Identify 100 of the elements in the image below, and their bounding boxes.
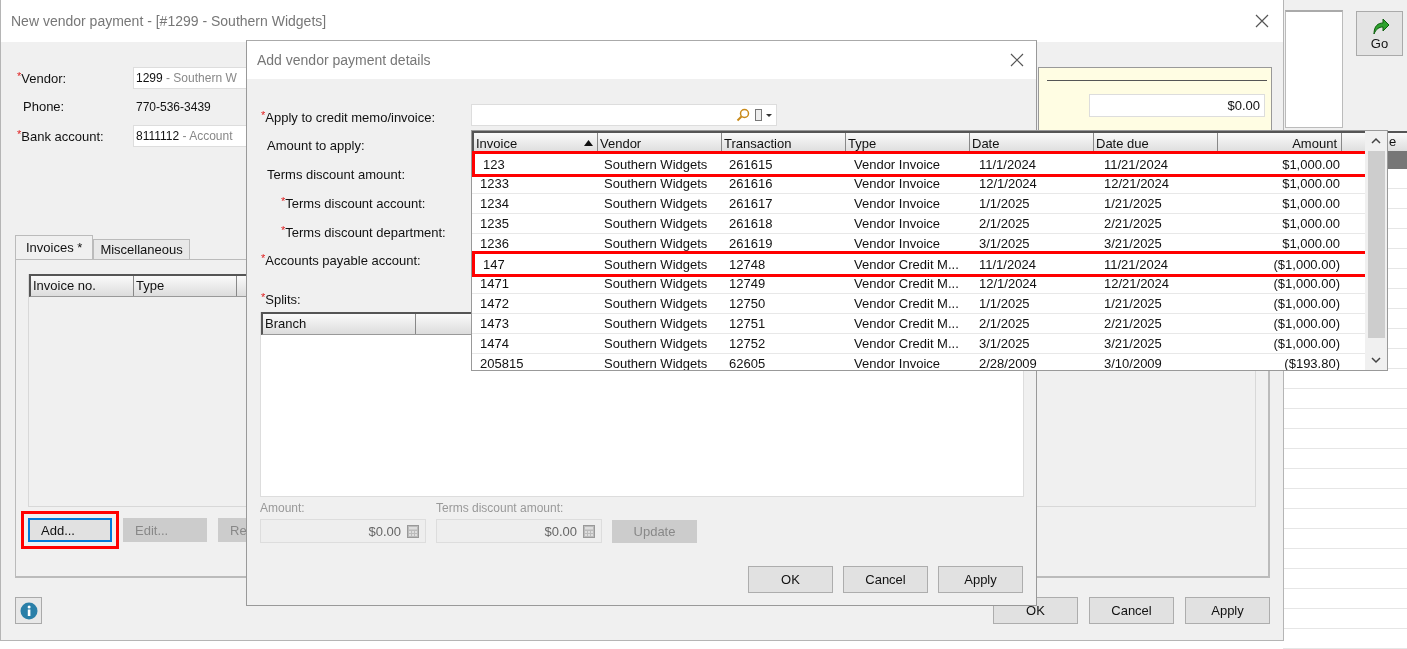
table-cell-text: Southern Widgets <box>603 176 709 191</box>
dialog-button[interactable]: OK <box>748 566 833 593</box>
column-header[interactable]: Type <box>134 276 237 296</box>
info-button[interactable] <box>15 597 42 624</box>
column-header[interactable]: Type <box>846 133 970 153</box>
table-cell-text: 12750 <box>728 296 767 311</box>
tab[interactable]: Invoices * <box>15 235 94 259</box>
scrollbar[interactable] <box>1365 131 1387 370</box>
table-cell-text: 2/1/2025 <box>978 216 1031 231</box>
list-row[interactable]: 1234 Southern Widgets 261617 Vendor Invoice 1/1/2025 1/21/2025 $1,000.00 <box>472 194 1365 214</box>
column-header[interactable]: Amount <box>1218 133 1342 153</box>
table-cell-text: 3/10/2009 <box>1103 356 1163 370</box>
field-label: Amount: <box>260 501 306 515</box>
field-label: Terms discount amount: <box>436 501 565 515</box>
table-cell-text: 3/21/2025 <box>1103 236 1163 251</box>
amount-field[interactable]: $0.00 <box>1089 94 1265 117</box>
table-cell-text: 1474 <box>479 336 510 351</box>
column-header[interactable]: Date due <box>1094 133 1218 153</box>
table-cell-text: $1,000.00 <box>1281 176 1341 191</box>
column-header[interactable]: Transaction <box>722 133 846 153</box>
list-row[interactable]: 1235 Southern Widgets 261618 Vendor Invoice 2/1/2025 2/21/2025 $1,000.00 <box>472 214 1365 234</box>
column-header[interactable]: Date <box>970 133 1094 153</box>
search-icon[interactable] <box>736 108 750 122</box>
table-cell-text: 11/1/2024 <box>978 256 1037 272</box>
table-cell-text: 2/28/2009 <box>978 356 1038 370</box>
close-icon[interactable] <box>1010 53 1024 67</box>
scroll-up-icon[interactable] <box>1371 137 1381 145</box>
list-row[interactable]: 1474 Southern Widgets 12752 Vendor Credit M... 3/1/2025 3/21/2025 ($1,000.00) <box>472 334 1365 354</box>
table-cell-text: 1/1/2025 <box>978 296 1031 311</box>
dropdown-icon[interactable] <box>754 108 774 122</box>
field-label: Amount to apply: <box>266 138 365 154</box>
table-cell-text: 1236 <box>479 236 510 251</box>
dialog-button[interactable]: Cancel <box>1089 597 1174 624</box>
table-cell-text: ($193.80) <box>1283 356 1341 370</box>
table-cell-text: Southern Widgets <box>603 336 709 351</box>
highlighted-row[interactable]: 123 Southern Widgets 261615 Vendor Invoice 11/1/2024 11/21/2024 $1,000.00 <box>472 151 1365 177</box>
close-icon[interactable] <box>1255 14 1269 28</box>
lookup-field[interactable]: 8111112 - Account <box>133 124 247 147</box>
table-cell-text: 123 <box>482 156 506 172</box>
table-cell-text: 12752 <box>728 336 767 351</box>
table-cell-text: 62605 <box>728 356 767 370</box>
dialog-title: Add vendor payment details <box>257 52 431 68</box>
info-icon <box>19 601 38 620</box>
highlighted-row[interactable]: 147 Southern Widgets 12748 Vendor Credit M... 11/1/2024 11/21/2024 ($1,000.00) <box>472 251 1365 277</box>
field-label: $^{*}$Apply to credit memo/invoice: <box>261 109 436 126</box>
table-cell-text: 12751 <box>728 316 767 331</box>
dialog-button[interactable]: Cancel <box>843 566 928 593</box>
column-header[interactable]: Branch <box>263 314 416 334</box>
table-cell-text: 1/21/2025 <box>1103 296 1163 311</box>
table-cell-text: $1,000.00 <box>1281 156 1341 172</box>
table-cell-text: 12/21/2024 <box>1103 276 1171 291</box>
table-cell-text: 1473 <box>479 316 510 331</box>
table-cell-text: Vendor Invoice <box>853 176 941 191</box>
table-cell-text: $1,000.00 <box>1281 216 1341 231</box>
table-cell-text: 1234 <box>479 196 510 211</box>
table-cell-text: Vendor Credit M... <box>853 276 960 291</box>
table-cell-text: Southern Widgets <box>603 356 709 370</box>
table-cell-text: 11/1/2024 <box>978 156 1037 172</box>
go-button[interactable]: Go <box>1356 11 1403 56</box>
field-label: Terms discount amount: <box>266 167 405 182</box>
table-cell-text: 261618 <box>728 216 774 231</box>
scroll-down-icon[interactable] <box>1371 356 1381 364</box>
table-cell-text: 261616 <box>728 176 774 191</box>
search-field[interactable] <box>471 104 777 126</box>
dialog-button[interactable]: Apply <box>1185 597 1270 624</box>
table-cell-text: Vendor Credit M... <box>853 296 960 311</box>
table-cell-text: 1471 <box>479 276 510 291</box>
table-cell-text: Vendor Invoice <box>853 236 941 251</box>
window-title: New vendor payment - [#1299 - Southern Widgets] <box>11 13 327 29</box>
table-cell-text: Southern Widgets <box>603 236 709 251</box>
table-cell-text: 1235 <box>479 216 510 231</box>
table-cell-text: 147 <box>482 256 506 272</box>
table-cell-text: Southern Widgets <box>603 196 709 211</box>
table-cell-text: 12/1/2024 <box>978 276 1038 291</box>
lookup-field[interactable]: 1299 - Southern W <box>133 66 247 89</box>
table-cell-text: 2/21/2025 <box>1103 316 1163 331</box>
table-cell-text: 2/21/2025 <box>1103 216 1163 231</box>
table-cell-text: 261615 <box>728 156 774 172</box>
table-cell-text: Southern Widgets <box>603 296 709 311</box>
table-cell-text: ($1,000.00) <box>1272 316 1341 331</box>
table-cell-text: Southern Widgets <box>603 276 709 291</box>
dialog-button[interactable]: Apply <box>938 566 1023 593</box>
list-row[interactable]: 1472 Southern Widgets 12750 Vendor Credit M... 1/1/2025 1/21/2025 ($1,000.00) <box>472 294 1365 314</box>
panel-button[interactable]: Add... <box>28 518 112 542</box>
list-row[interactable]: 1473 Southern Widgets 12751 Vendor Credit M... 2/1/2025 2/21/2025 ($1,000.00) <box>472 314 1365 334</box>
tab[interactable]: Miscellaneous <box>93 239 190 259</box>
table-cell-text: Vendor Invoice <box>853 156 941 172</box>
table-cell-text: Vendor Invoice <box>853 216 941 231</box>
field-label: Phone: <box>22 99 66 114</box>
column-header[interactable]: Invoice no. <box>31 276 134 296</box>
field-label: $^{*}$Terms discount account: <box>280 195 426 212</box>
table-cell-text: ($1,000.00) <box>1272 336 1341 351</box>
column-header[interactable]: Invoice <box>474 133 598 153</box>
field-value: 770-536-3439 <box>135 99 211 114</box>
column-header[interactable]: Vendor <box>598 133 722 153</box>
list-row[interactable]: 1233 Southern Widgets 261616 Vendor Invoice 12/1/2024 12/21/2024 $1,000.00 <box>472 174 1365 194</box>
table-cell-text: 11/21/2024 <box>1103 256 1170 272</box>
table-cell-text: Vendor Invoice <box>853 196 941 211</box>
table-cell-text: Southern Widgets <box>603 256 709 272</box>
list-row[interactable]: 1471 Southern Widgets 12749 Vendor Credit M... 12/1/2024 12/21/2024 ($1,000.00) <box>472 274 1365 294</box>
